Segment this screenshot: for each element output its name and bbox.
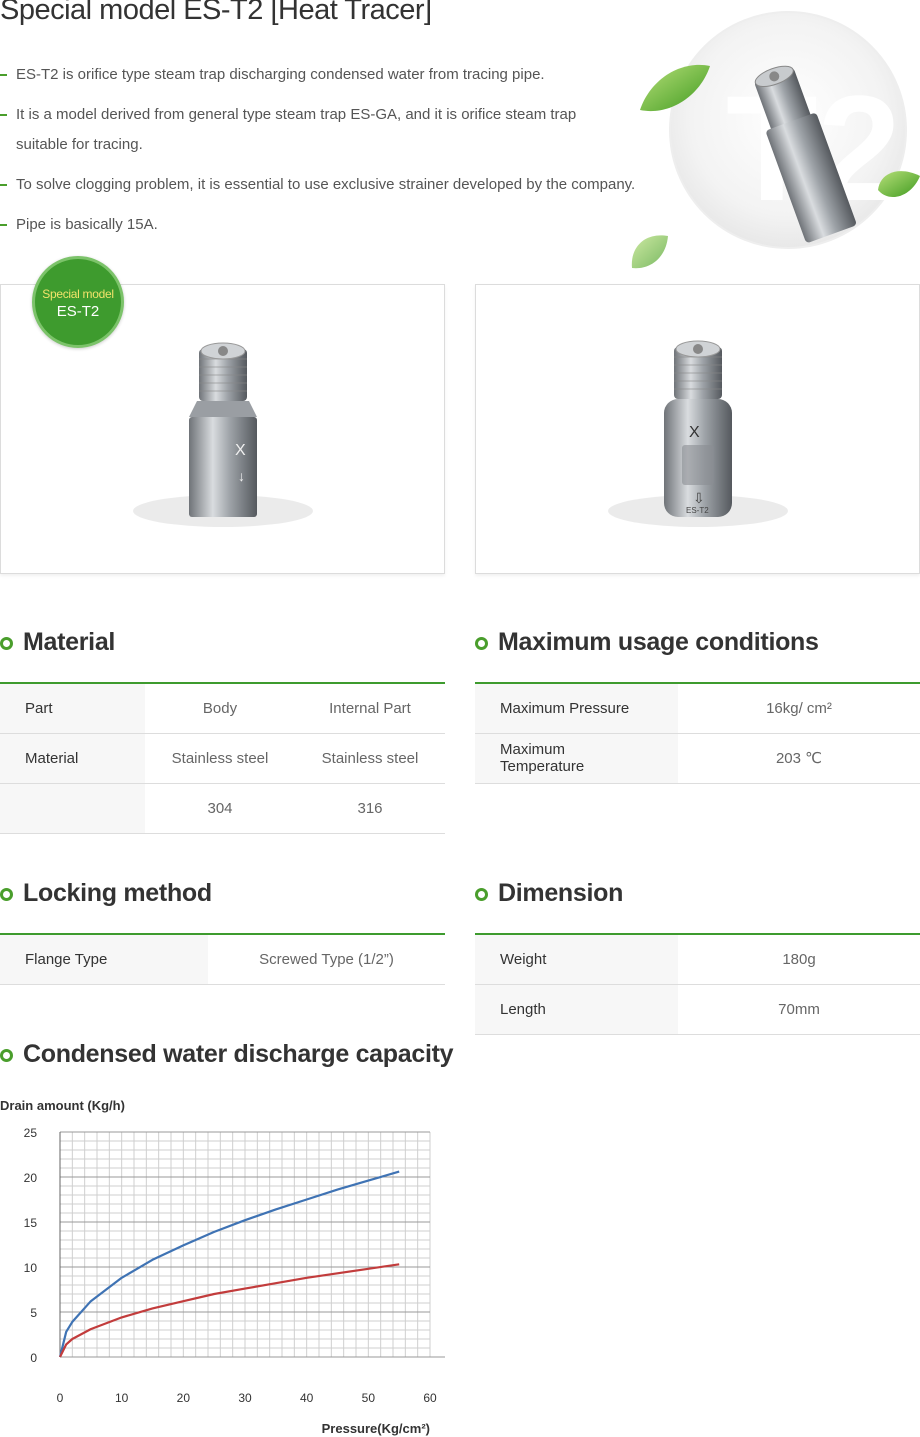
x-tick-label: 30 (238, 1391, 252, 1405)
y-tick-label: 10 (24, 1261, 38, 1275)
material-cell: Internal Part (295, 683, 445, 734)
conditions-table: Maximum Pressure 16kg/ cm² Maximum Tempe… (475, 682, 920, 784)
dimension-table: Weight 180g Length 70mm (475, 933, 920, 1035)
special-model-badge: Special model ES-T2 (32, 256, 124, 348)
x-tick-label: 10 (115, 1391, 129, 1405)
product-photo-side: X ⇩ ES-T2 (475, 284, 920, 574)
y-tick-label: 5 (30, 1306, 37, 1320)
product-side-image: X ⇩ ES-T2 (608, 340, 788, 527)
material-cell: 316 (295, 783, 445, 834)
description-item: It is a model derived from general type … (0, 100, 580, 160)
table-row: Flange Type Screwed Type (1/2”) (0, 934, 445, 985)
product-engraving: ES-T2 (686, 506, 709, 515)
x-tick-label: 20 (177, 1391, 191, 1405)
y-tick-label: 20 (24, 1171, 38, 1185)
svg-text:X: X (689, 424, 700, 441)
material-cell: 304 (145, 783, 295, 834)
hero-product-image: T2 (631, 11, 920, 269)
material-cell (0, 783, 145, 834)
dimension-title: Dimension (475, 879, 623, 908)
conditions-cell: Maximum Pressure (475, 683, 678, 734)
page-title: Special model ES-T2 [Heat Tracer] (0, 0, 432, 26)
material-title: Material (0, 628, 115, 657)
locking-title: Locking method (0, 879, 212, 908)
x-tick-label: 40 (300, 1391, 314, 1405)
locking-cell: Flange Type (0, 934, 208, 985)
description-item: ES-T2 is orifice type steam trap dischar… (0, 60, 650, 90)
conditions-cell: Maximum Temperature (475, 733, 678, 784)
x-tick-label: 50 (362, 1391, 376, 1405)
x-tick-label: 60 (423, 1391, 437, 1405)
badge-line1: Special model (42, 287, 114, 301)
conditions-cell: 16kg/ cm² (678, 683, 920, 734)
conditions-cell: 203 ℃ (678, 733, 920, 784)
capacity-title: Condensed water discharge capacity (0, 1040, 454, 1069)
dimension-cell: Weight (475, 934, 678, 985)
material-cell: Body (145, 683, 295, 734)
table-row: Maximum Temperature 203 ℃ (475, 733, 920, 784)
material-cell: Part (0, 683, 145, 734)
material-cell: Stainless steel (295, 733, 445, 784)
description-list: ES-T2 is orifice type steam trap dischar… (0, 60, 650, 250)
series-line (59, 1263, 400, 1358)
y-tick-label: 0 (30, 1351, 37, 1365)
table-row: 304 316 (0, 783, 445, 834)
svg-text:⇩: ⇩ (693, 490, 705, 506)
material-cell: Stainless steel (145, 733, 295, 784)
dimension-cell: 180g (678, 934, 920, 985)
locking-cell: Screwed Type (1/2”) (208, 934, 445, 985)
dimension-cell: 70mm (678, 984, 920, 1035)
table-row: Material Stainless steel Stainless steel (0, 733, 445, 784)
y-tick-label: 15 (24, 1216, 38, 1230)
discharge-capacity-chart: Drain amount (Kg/h) Pressure(Kg/cm²) 0 5 1… (0, 1098, 445, 1436)
material-cell: Material (0, 733, 145, 784)
description-item: Pipe is basically 15A. (0, 210, 650, 240)
series-line (58, 1170, 400, 1358)
chart-xlabel: Pressure(Kg/cm²) (322, 1421, 430, 1436)
material-table: Part Body Internal Part Material Stainle… (0, 682, 445, 834)
badge-line2: ES-T2 (56, 303, 100, 320)
svg-text:↓: ↓ (238, 468, 245, 484)
table-row: Maximum Pressure 16kg/ cm² (475, 683, 920, 734)
locking-table: Flange Type Screwed Type (1/2”) (0, 933, 445, 985)
description-item: To solve clogging problem, it is essenti… (0, 170, 650, 200)
table-row: Length 70mm (475, 984, 920, 1035)
conditions-title: Maximum usage conditions (475, 628, 819, 657)
x-tick-label: 0 (57, 1391, 64, 1405)
svg-text:X: X (235, 442, 246, 459)
y-tick-label: 25 (24, 1126, 38, 1140)
table-row: Weight 180g (475, 934, 920, 985)
chart-ylabel: Drain amount (Kg/h) (0, 1098, 125, 1113)
dimension-cell: Length (475, 984, 678, 1035)
table-row: Part Body Internal Part (0, 683, 445, 734)
